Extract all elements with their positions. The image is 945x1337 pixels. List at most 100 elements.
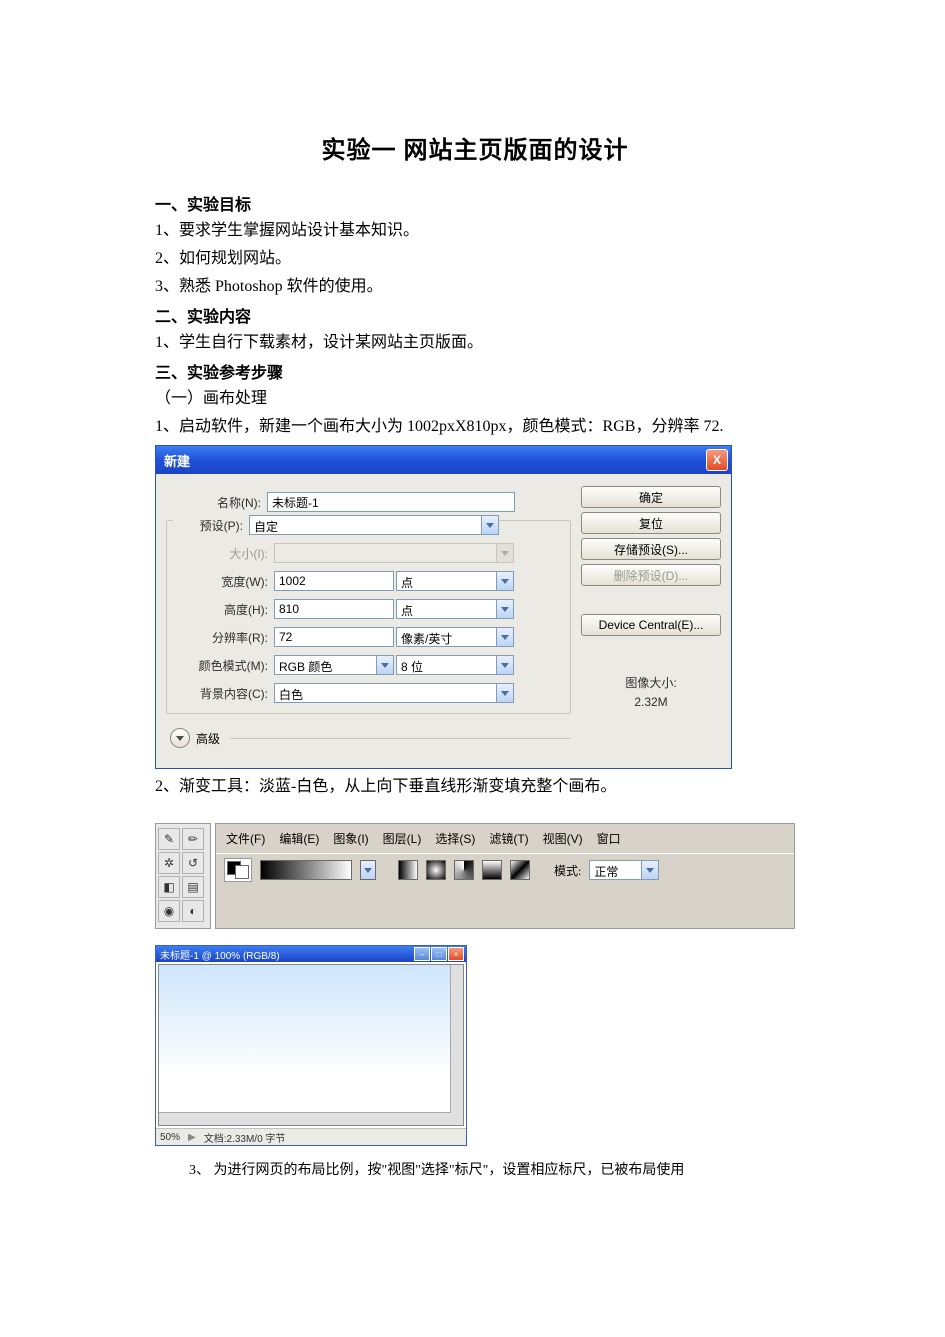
minimize-icon[interactable]: – xyxy=(414,947,430,961)
chevron-down-icon[interactable] xyxy=(360,860,376,880)
reset-button[interactable]: 复位 xyxy=(581,512,721,534)
size-combo xyxy=(274,543,514,563)
chevron-down-icon[interactable] xyxy=(496,600,513,618)
blur-tool-icon[interactable]: ◉ xyxy=(158,900,180,922)
vertical-scrollbar[interactable] xyxy=(450,965,463,1125)
height-unit-value: 点 xyxy=(397,600,496,618)
toolbox-panel: ✎ ✏ ✲ ↺ ◧ ▤ ◉ ◐ xyxy=(155,823,211,929)
radial-gradient-icon[interactable] xyxy=(426,860,446,880)
resolution-input[interactable] xyxy=(274,627,394,647)
step-1-text: 1、启动软件，新建一个画布大小为 1002pxX810px，颜色模式：RGB，分… xyxy=(155,415,795,439)
menu-file[interactable]: 文件(F) xyxy=(226,830,265,847)
canvas-title: 未标题-1 @ 100% (RGB/8) xyxy=(160,947,280,962)
canvas-titlebar[interactable]: 未标题-1 @ 100% (RGB/8) – □ × xyxy=(156,946,466,962)
gradient-tool-icon[interactable]: ▤ xyxy=(182,876,204,898)
section-1-item-2: 2、如何规划网站。 xyxy=(155,247,795,271)
dialog-titlebar[interactable]: 新建 X xyxy=(156,446,731,474)
background-label: 背景内容(C): xyxy=(173,685,274,702)
background-value: 白色 xyxy=(275,684,496,702)
eraser-tool-icon[interactable]: ◧ xyxy=(158,876,180,898)
height-input[interactable] xyxy=(274,599,394,619)
maximize-icon[interactable]: □ xyxy=(431,947,447,961)
resolution-unit-value: 像素/英寸 xyxy=(397,628,496,646)
chevron-down-icon[interactable] xyxy=(481,516,498,534)
horizontal-scrollbar[interactable] xyxy=(159,1112,451,1125)
reflected-gradient-icon[interactable] xyxy=(482,860,502,880)
ok-button[interactable]: 确定 xyxy=(581,486,721,508)
width-label: 宽度(W): xyxy=(173,573,274,590)
gradient-preview[interactable] xyxy=(260,860,352,880)
menu-view[interactable]: 视图(V) xyxy=(543,830,583,847)
blend-mode-combo[interactable]: 正常 xyxy=(589,860,659,880)
step-2-text: 2、渐变工具：淡蓝-白色，从上向下垂直线形渐变填充整个画布。 xyxy=(155,775,795,799)
blend-mode-label: 模式: xyxy=(554,862,581,879)
chevron-down-icon[interactable] xyxy=(641,861,658,879)
chevron-down-icon xyxy=(176,736,184,741)
chevron-down-icon[interactable] xyxy=(496,684,513,702)
resolution-label: 分辨率(R): xyxy=(173,629,274,646)
divider xyxy=(230,738,571,739)
step-3-text: 3、 为进行网页的布局比例，按"视图"选择"标尺"，设置相应标尺，已被布局使用 xyxy=(155,1160,795,1181)
device-central-button[interactable]: Device Central(E)... xyxy=(581,614,721,636)
chevron-down-icon[interactable] xyxy=(376,656,393,674)
save-preset-button[interactable]: 存储预设(S)... xyxy=(581,538,721,560)
diamond-gradient-icon[interactable] xyxy=(510,860,530,880)
color-mode-combo[interactable]: RGB 颜色 xyxy=(274,655,394,675)
preset-value: 自定 xyxy=(250,516,481,534)
section-1-item-3: 3、熟悉 Photoshop 软件的使用。 xyxy=(155,275,795,299)
section-3-sub: （一）画布处理 xyxy=(155,387,795,411)
section-2-head: 二、实验内容 xyxy=(155,303,795,327)
section-3-head: 三、实验参考步骤 xyxy=(155,359,795,383)
application-chrome: 文件(F) 编辑(E) 图象(I) 图层(L) 选择(S) 滤镜(T) 视图(V… xyxy=(215,823,795,929)
height-unit-combo[interactable]: 点 xyxy=(396,599,514,619)
menu-window[interactable]: 窗口 xyxy=(597,830,621,847)
close-icon[interactable]: X xyxy=(706,449,728,471)
size-label: 大小(I): xyxy=(173,545,274,562)
name-input[interactable] xyxy=(267,492,515,512)
canvas-window: 未标题-1 @ 100% (RGB/8) – □ × 50% ▶ 文档:2.33… xyxy=(155,945,467,1146)
bit-depth-value: 8 位 xyxy=(397,656,496,674)
menu-edit[interactable]: 编辑(E) xyxy=(279,830,319,847)
new-document-dialog: 新建 X 名称(N): 预设(P): 自定 xyxy=(155,445,732,769)
width-unit-value: 点 xyxy=(397,572,496,590)
menu-layer[interactable]: 图层(L) xyxy=(383,830,422,847)
linear-gradient-icon[interactable] xyxy=(398,860,418,880)
chevron-down-icon xyxy=(496,544,513,562)
menu-select[interactable]: 选择(S) xyxy=(435,830,475,847)
section-1-item-1: 1、要求学生掌握网站设计基本知识。 xyxy=(155,219,795,243)
height-label: 高度(H): xyxy=(173,601,274,618)
width-input[interactable] xyxy=(274,571,394,591)
dodge-tool-icon[interactable]: ◐ xyxy=(182,900,204,922)
canvas-doc-size: 文档:2.33M/0 字节 xyxy=(204,1130,286,1145)
menu-image[interactable]: 图象(I) xyxy=(333,830,368,847)
page-title: 实验一 网站主页版面的设计 xyxy=(155,130,795,165)
section-1-head: 一、实验目标 xyxy=(155,191,795,215)
size-value xyxy=(275,544,496,562)
bit-depth-combo[interactable]: 8 位 xyxy=(396,655,514,675)
pencil-tool-icon[interactable]: ✏ xyxy=(182,828,204,850)
chevron-down-icon[interactable] xyxy=(496,628,513,646)
angle-gradient-icon[interactable] xyxy=(454,860,474,880)
close-icon[interactable]: × xyxy=(448,947,464,961)
brush-tool-icon[interactable]: ✎ xyxy=(158,828,180,850)
menu-filter[interactable]: 滤镜(T) xyxy=(489,830,528,847)
canvas-status-bar: 50% ▶ 文档:2.33M/0 字节 xyxy=(156,1128,466,1145)
foreground-background-swatch[interactable] xyxy=(224,858,252,882)
delete-preset-button: 删除预设(D)... xyxy=(581,564,721,586)
chevron-down-icon[interactable] xyxy=(496,572,513,590)
name-label: 名称(N): xyxy=(166,494,267,511)
stamp-tool-icon[interactable]: ✲ xyxy=(158,852,180,874)
canvas-zoom: 50% xyxy=(160,1132,180,1143)
advanced-toggle[interactable] xyxy=(170,728,190,748)
color-mode-value: RGB 颜色 xyxy=(275,656,376,674)
width-unit-combo[interactable]: 点 xyxy=(396,571,514,591)
resolution-unit-combo[interactable]: 像素/英寸 xyxy=(396,627,514,647)
options-bar: 模式: 正常 xyxy=(216,853,794,886)
chevron-down-icon[interactable] xyxy=(496,656,513,674)
canvas-area[interactable] xyxy=(158,964,464,1126)
image-size-value: 2.32M xyxy=(581,693,721,712)
preset-combo[interactable]: 自定 xyxy=(249,515,499,535)
history-brush-tool-icon[interactable]: ↺ xyxy=(182,852,204,874)
background-combo[interactable]: 白色 xyxy=(274,683,514,703)
advanced-label: 高级 xyxy=(196,730,220,747)
